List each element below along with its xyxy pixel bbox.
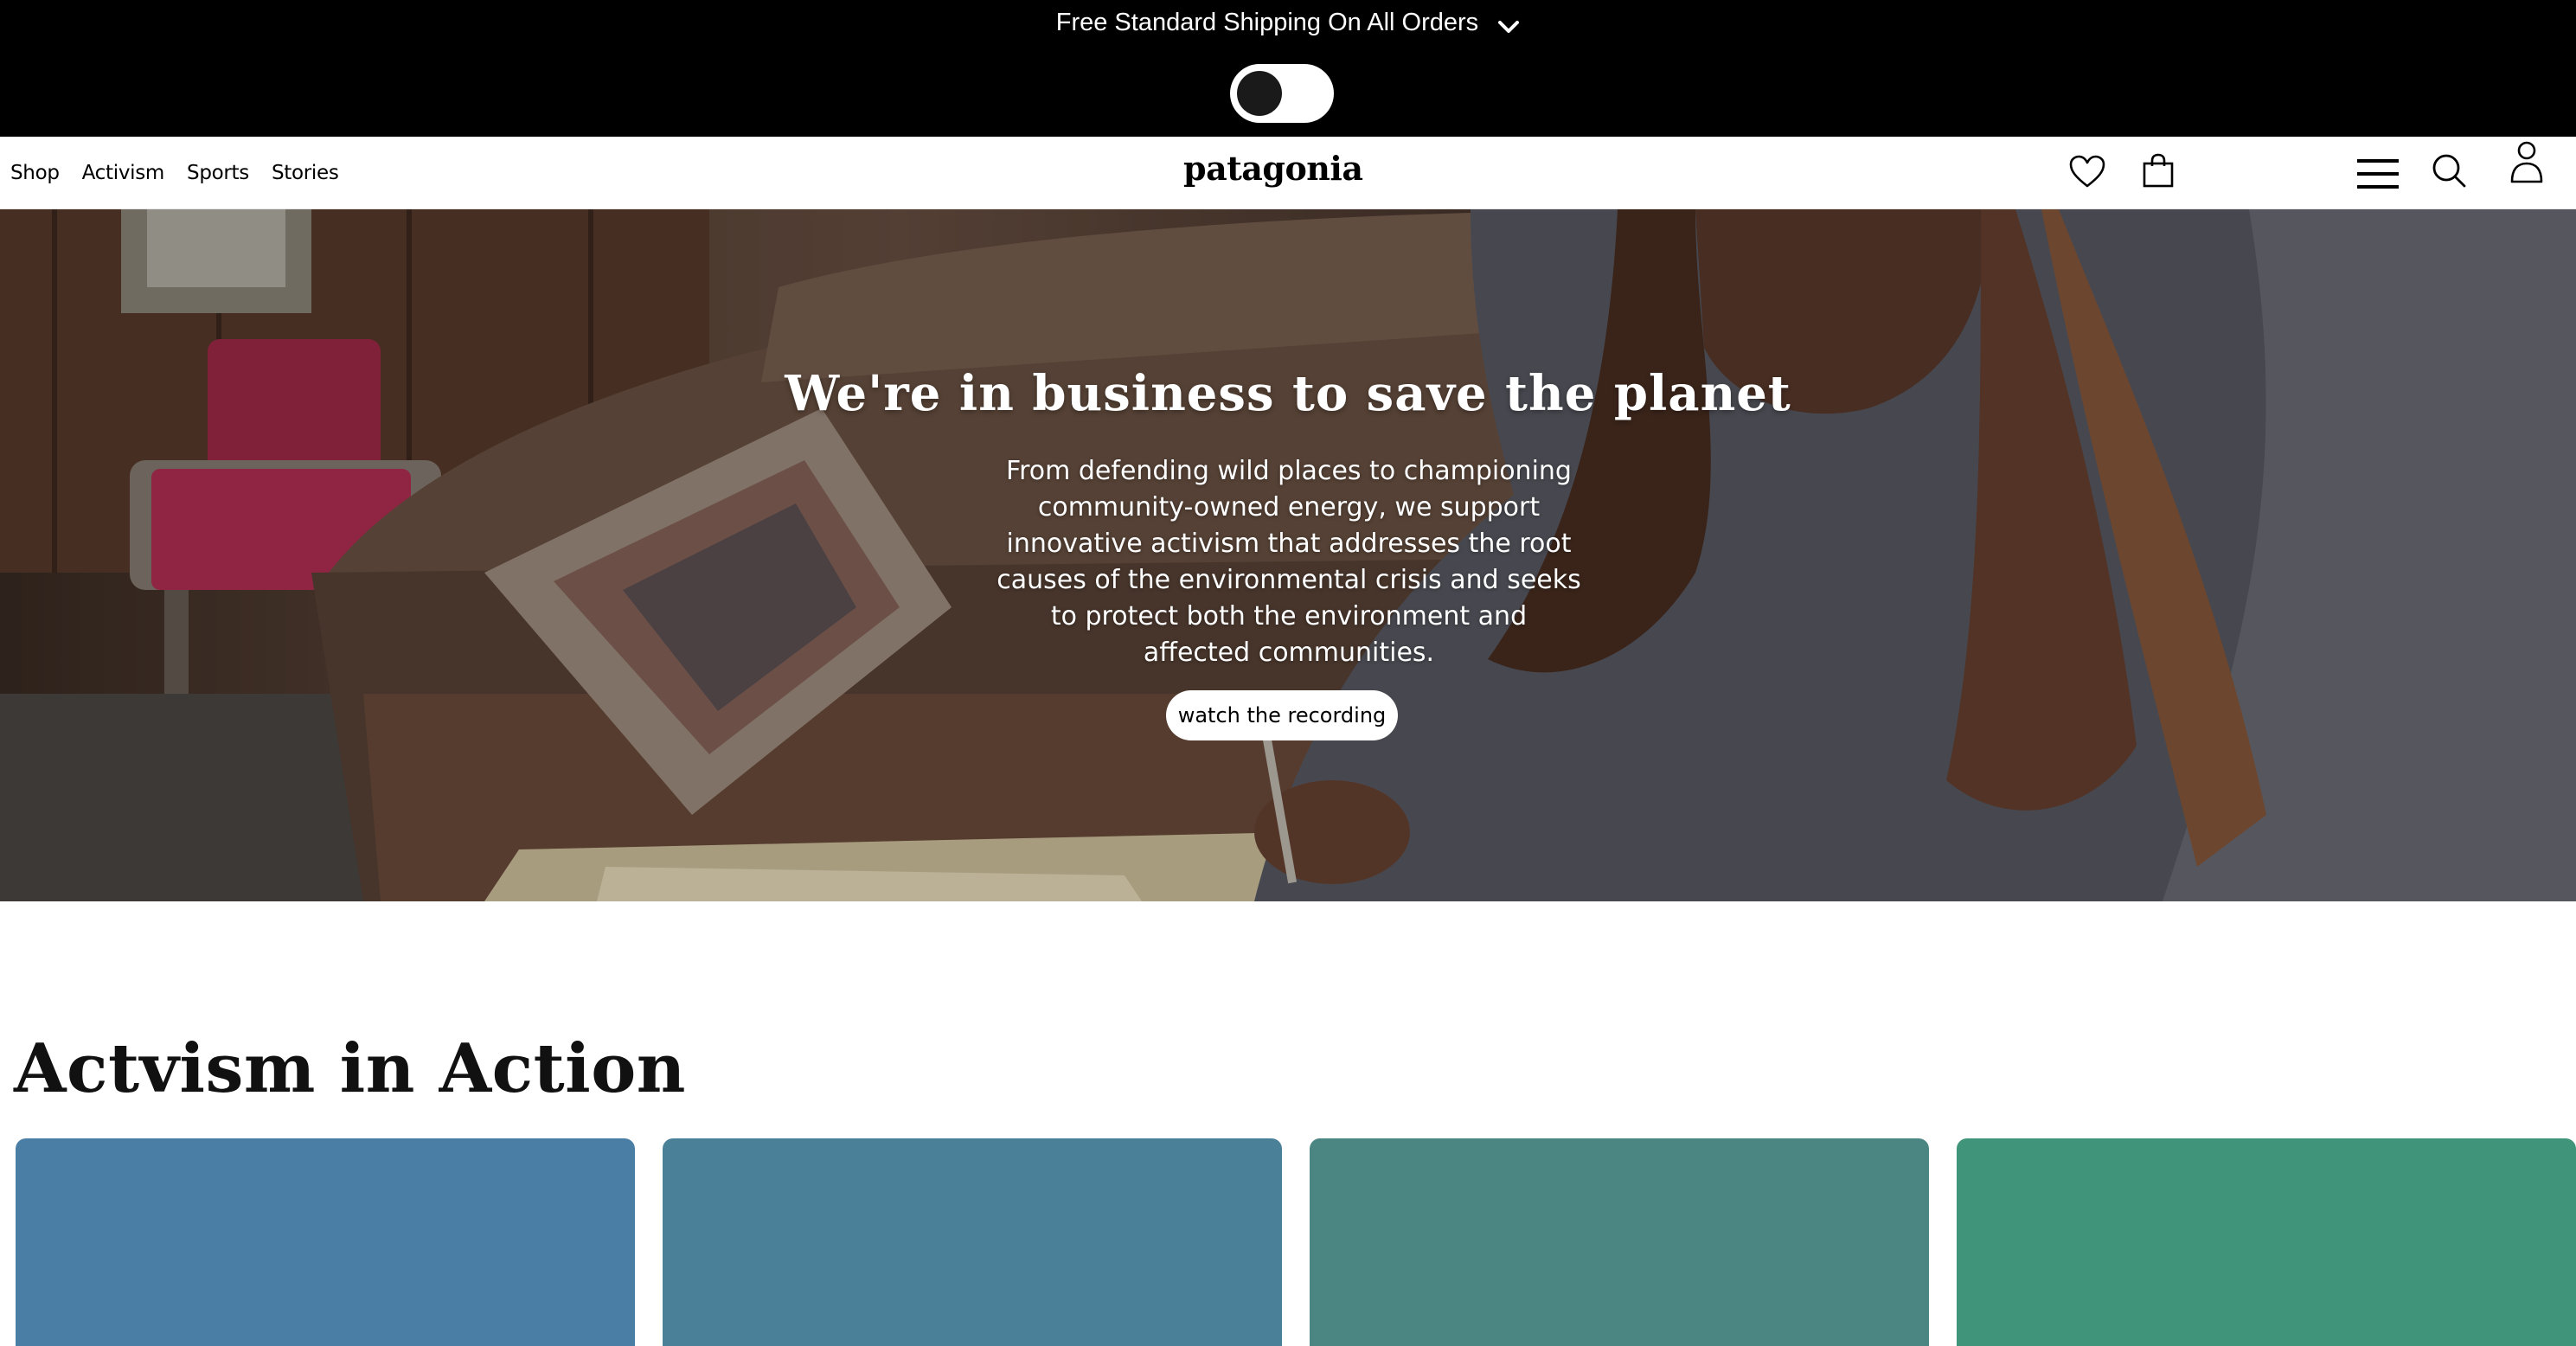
main-nav: Shop Activism Sports Stories [10,157,339,189]
activism-card-1[interactable] [16,1138,635,1346]
hero-title: We're in business to save the planet [785,365,1791,422]
patagonia-logo[interactable]: patagonia [1183,149,1363,188]
activism-card-3[interactable] [1310,1138,1929,1346]
promo-text-row[interactable]: Free Standard Shipping On All Orders [0,7,2576,43]
activism-card-4[interactable] [1957,1138,2576,1346]
heart-icon[interactable] [2066,151,2109,194]
nav-activism[interactable]: Activism [82,157,165,189]
theme-toggle[interactable] [1230,64,1334,123]
account-icon[interactable] [2505,140,2548,183]
hero-banner: We're in business to save the planet Fro… [0,209,2576,901]
site-header: Shop Activism Sports Stories patagonia [0,137,2576,209]
toggle-knob [1237,71,1282,116]
section-title: Actvism in Action [14,1029,686,1108]
nav-stories[interactable]: Stories [272,157,339,189]
search-icon[interactable] [2427,149,2470,192]
chevron-down-icon[interactable] [1497,12,1520,43]
promo-bar: Free Standard Shipping On All Orders [0,0,2576,137]
activism-card-2[interactable] [663,1138,1282,1346]
hero-body: From defending wild places to championin… [996,456,1581,668]
nav-sports[interactable]: Sports [187,157,249,189]
watch-recording-button[interactable]: watch the recording [1166,690,1398,740]
menu-icon[interactable] [2356,152,2400,195]
bag-icon[interactable] [2137,149,2180,192]
nav-shop[interactable]: Shop [10,157,60,189]
promo-text: Free Standard Shipping On All Orders [1055,9,1479,36]
